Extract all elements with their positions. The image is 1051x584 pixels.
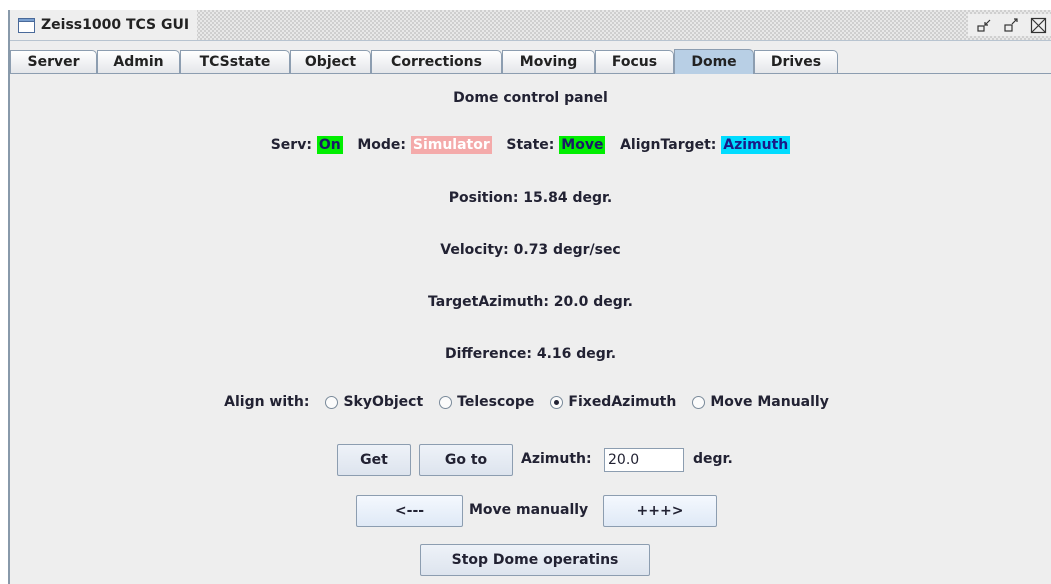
- tab-corrections[interactable]: Corrections: [371, 50, 502, 73]
- stop-dome-button[interactable]: Stop Dome operatins: [420, 544, 650, 576]
- tab-moving[interactable]: Moving: [502, 50, 595, 73]
- tab-drives[interactable]: Drives: [754, 50, 838, 73]
- app-window-icon: [18, 17, 35, 33]
- move-manually-label: Move manually: [469, 502, 589, 518]
- title-bar[interactable]: Zeiss1000 TCS GUI: [10, 10, 1051, 41]
- azimuth-input[interactable]: [604, 448, 684, 472]
- move-left-button[interactable]: <---: [356, 495, 463, 527]
- azimuth-unit-label: degr.: [693, 451, 733, 467]
- mode-label: Mode:: [357, 137, 406, 153]
- align-with-label: Align with:: [224, 394, 310, 410]
- target-azimuth-readout: TargetAzimuth: 20.0 degr.: [428, 294, 633, 310]
- tab-dome[interactable]: Dome: [674, 49, 754, 74]
- tab-label: Object: [304, 54, 357, 70]
- align-with-group: Align with: SkyObject Telescope FixedAzi…: [10, 394, 1051, 410]
- goto-button[interactable]: Go to: [419, 444, 513, 476]
- align-target-label: AlignTarget:: [620, 137, 717, 153]
- tab-label: Drives: [770, 54, 822, 70]
- radio-telescope[interactable]: Telescope: [439, 394, 534, 410]
- tab-bar: Server Admin TCSstate Object Corrections…: [10, 49, 1051, 74]
- radio-label: Move Manually: [710, 394, 829, 410]
- state-label: State:: [506, 137, 555, 153]
- serv-status-badge: On: [316, 136, 343, 154]
- radio-fixedazimuth[interactable]: FixedAzimuth: [550, 394, 676, 410]
- radio-skyobject[interactable]: SkyObject: [325, 394, 423, 410]
- dome-control-panel: Dome control panel Serv: On Mode: Simula…: [10, 74, 1051, 584]
- panel-heading: Dome control panel: [453, 90, 608, 106]
- azimuth-label: Azimuth:: [521, 451, 592, 467]
- tab-tcsstate[interactable]: TCSstate: [180, 50, 290, 73]
- app-window: Zeiss1000 TCS GUI Server Admin TCSstate …: [8, 10, 1051, 584]
- maximize-icon[interactable]: [1003, 17, 1020, 34]
- tab-label: Dome: [691, 54, 737, 70]
- tab-label: Focus: [611, 54, 658, 70]
- move-right-button[interactable]: +++>: [603, 495, 717, 527]
- tab-admin[interactable]: Admin: [97, 50, 180, 73]
- tab-label: Corrections: [391, 54, 482, 70]
- radio-label: FixedAzimuth: [568, 394, 677, 410]
- difference-readout: Difference: 4.16 degr.: [444, 346, 617, 362]
- get-button[interactable]: Get: [337, 444, 411, 476]
- align-target-badge: Azimuth: [721, 136, 791, 154]
- tab-label: Admin: [113, 54, 164, 70]
- position-readout: Position: 15.84 degr.: [448, 190, 613, 206]
- radio-move-manually[interactable]: Move Manually: [692, 394, 829, 410]
- status-line: Serv: On Mode: Simulator State: Move Ali…: [10, 136, 1051, 154]
- velocity-readout: Velocity: 0.73 degr/sec: [440, 242, 621, 258]
- mode-status-badge: Simulator: [410, 136, 492, 154]
- state-status-badge: Move: [559, 136, 606, 154]
- serv-label: Serv:: [270, 137, 312, 153]
- radio-button-icon: [439, 395, 453, 409]
- tab-label: Server: [27, 54, 80, 70]
- tab-server[interactable]: Server: [10, 50, 97, 73]
- radio-button-selected-icon: [550, 395, 564, 409]
- tab-focus[interactable]: Focus: [595, 50, 674, 73]
- tab-label: TCSstate: [199, 54, 271, 70]
- radio-label: Telescope: [457, 394, 535, 410]
- tab-object[interactable]: Object: [290, 50, 371, 73]
- close-icon[interactable]: [1030, 17, 1047, 34]
- radio-button-icon: [692, 395, 706, 409]
- tab-label: Moving: [519, 54, 578, 70]
- radio-button-icon: [325, 395, 339, 409]
- title-wrap: Zeiss1000 TCS GUI: [10, 10, 198, 40]
- window-title: Zeiss1000 TCS GUI: [41, 17, 190, 33]
- window-controls: [968, 14, 1051, 36]
- minimize-icon[interactable]: [976, 17, 993, 34]
- radio-label: SkyObject: [343, 394, 424, 410]
